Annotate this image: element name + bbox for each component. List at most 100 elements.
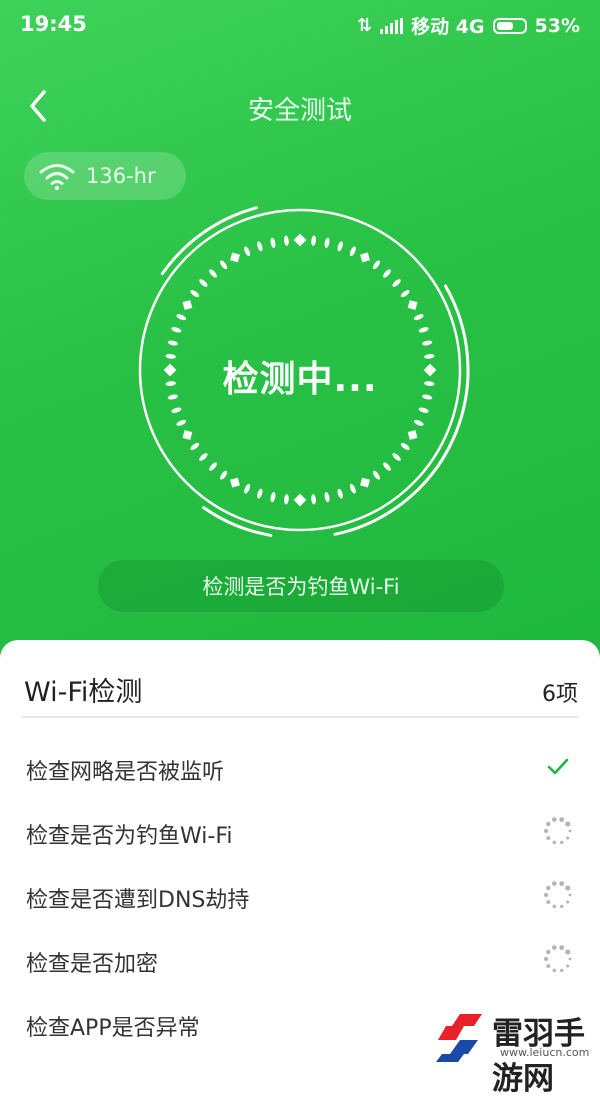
dial-tick — [209, 462, 217, 471]
dial-tick — [284, 494, 289, 505]
dial-tick — [337, 488, 343, 499]
spinner-dot — [551, 945, 557, 950]
spinner-dot — [543, 828, 549, 834]
spinner-dot — [568, 893, 572, 897]
dial-tick — [176, 314, 187, 321]
spinner-dot — [560, 968, 564, 973]
status-time: 19:45 — [20, 12, 87, 36]
status-carrier: 移动 4G — [411, 16, 485, 38]
list-item: 检查是否为钓鱼Wi-Fi — [0, 800, 600, 864]
dial-tick — [257, 488, 263, 499]
dial-tick — [372, 260, 380, 270]
dial-tick — [171, 327, 182, 333]
item-count: 6项 — [542, 682, 578, 707]
dial-tick — [383, 269, 391, 278]
spinner-dot — [546, 900, 551, 904]
signal-icon — [380, 17, 404, 34]
dial-tick — [392, 279, 401, 287]
spinner-dot — [560, 840, 564, 845]
dial-tick — [270, 237, 276, 248]
dial-tick — [167, 340, 178, 346]
dial-tick — [400, 442, 410, 450]
dial-tick — [400, 290, 410, 298]
spinner-dot — [543, 956, 549, 962]
dial-tick — [220, 470, 228, 480]
dial-tick — [293, 233, 307, 247]
dial-tick — [182, 300, 193, 310]
dial-tick — [190, 442, 200, 450]
dial-tick — [407, 300, 418, 310]
scan-status-text: 检测中... — [222, 359, 378, 400]
spinner-dot — [551, 881, 557, 886]
spinner-dot — [552, 968, 557, 973]
dial-tick — [209, 269, 217, 278]
network-badge: 136-hr — [24, 152, 186, 200]
dial-tick — [257, 241, 263, 252]
dial-tick — [270, 492, 276, 503]
site-logo-icon — [436, 1014, 482, 1062]
spinner-dot — [546, 836, 551, 840]
dial-tick — [418, 407, 429, 413]
check-label: 检查APP是否异常 — [26, 1016, 200, 1041]
spinner-dot — [566, 900, 570, 904]
dial-tick — [392, 453, 401, 461]
dial-tick — [199, 279, 208, 287]
dial-tick — [182, 430, 193, 440]
spinner-dot — [546, 949, 551, 955]
list-item: 检查是否遭到DNS劫持 — [0, 864, 600, 928]
dial-tick — [383, 462, 391, 471]
dial-arc-right — [333, 284, 470, 536]
dial-tick — [422, 340, 433, 346]
check-label: 检查网略是否被监听 — [26, 760, 225, 785]
spinner-dot — [543, 892, 549, 898]
dial-tick — [413, 314, 424, 321]
dial-tick — [360, 252, 370, 263]
spinner-dot — [565, 949, 571, 955]
check-label: 检查是否加密 — [26, 952, 159, 977]
spinner-dot — [568, 829, 572, 833]
divider — [22, 716, 578, 718]
status-bar: 19:45 ⇅ 移动 4G 53% — [0, 0, 600, 48]
dial-tick — [413, 419, 424, 426]
spinner-dot — [546, 885, 551, 891]
dial-arc-top-left — [160, 206, 259, 276]
watermark: 雷羽手游网 www.leiucn.com — [342, 1002, 600, 1097]
dial-tick — [349, 246, 356, 257]
dial-tick — [324, 492, 330, 503]
panel-header: Wi-Fi检测 6项 — [24, 670, 578, 716]
spinner-dot — [559, 881, 565, 887]
spinner-dot — [552, 904, 557, 909]
loading-spinner-icon — [543, 881, 572, 909]
page-title: 安全测试 — [247, 96, 352, 126]
status-indicators: ⇅ 移动 4G 53% — [357, 12, 580, 39]
status-battery: 53% — [534, 14, 580, 37]
panel-title: Wi-Fi检测 — [24, 677, 143, 708]
dial-tick — [324, 237, 330, 248]
spinner-dot — [551, 817, 557, 822]
spinner-dot — [565, 821, 571, 827]
spinner-dot — [546, 821, 551, 827]
battery-icon — [492, 17, 527, 34]
dial-tick — [190, 290, 200, 298]
dial-tick — [244, 483, 251, 494]
wifi-icon — [39, 164, 75, 191]
spinner-dot — [566, 964, 570, 968]
spinner-dot — [565, 885, 571, 891]
watermark-url: www.leiucn.com — [500, 1046, 590, 1059]
nav-bar: 安全测试 — [0, 80, 600, 132]
dial-tick — [293, 493, 307, 507]
spinner-dot — [552, 840, 557, 845]
dial-tick — [244, 246, 251, 257]
dial-tick — [230, 252, 240, 263]
check-label: 检查是否为钓鱼Wi-Fi — [26, 824, 233, 849]
dial-tick — [418, 327, 429, 333]
current-check-pill: 检测是否为钓鱼Wi-Fi — [98, 560, 504, 612]
loading-spinner-icon — [543, 817, 572, 845]
spinner-dot — [568, 957, 572, 961]
dial-tick — [349, 483, 356, 494]
spinner-dot — [559, 945, 565, 951]
dial-tick — [311, 494, 316, 505]
dial-tick — [311, 235, 316, 246]
spinner-dot — [546, 964, 551, 968]
spinner-dot — [560, 904, 564, 909]
